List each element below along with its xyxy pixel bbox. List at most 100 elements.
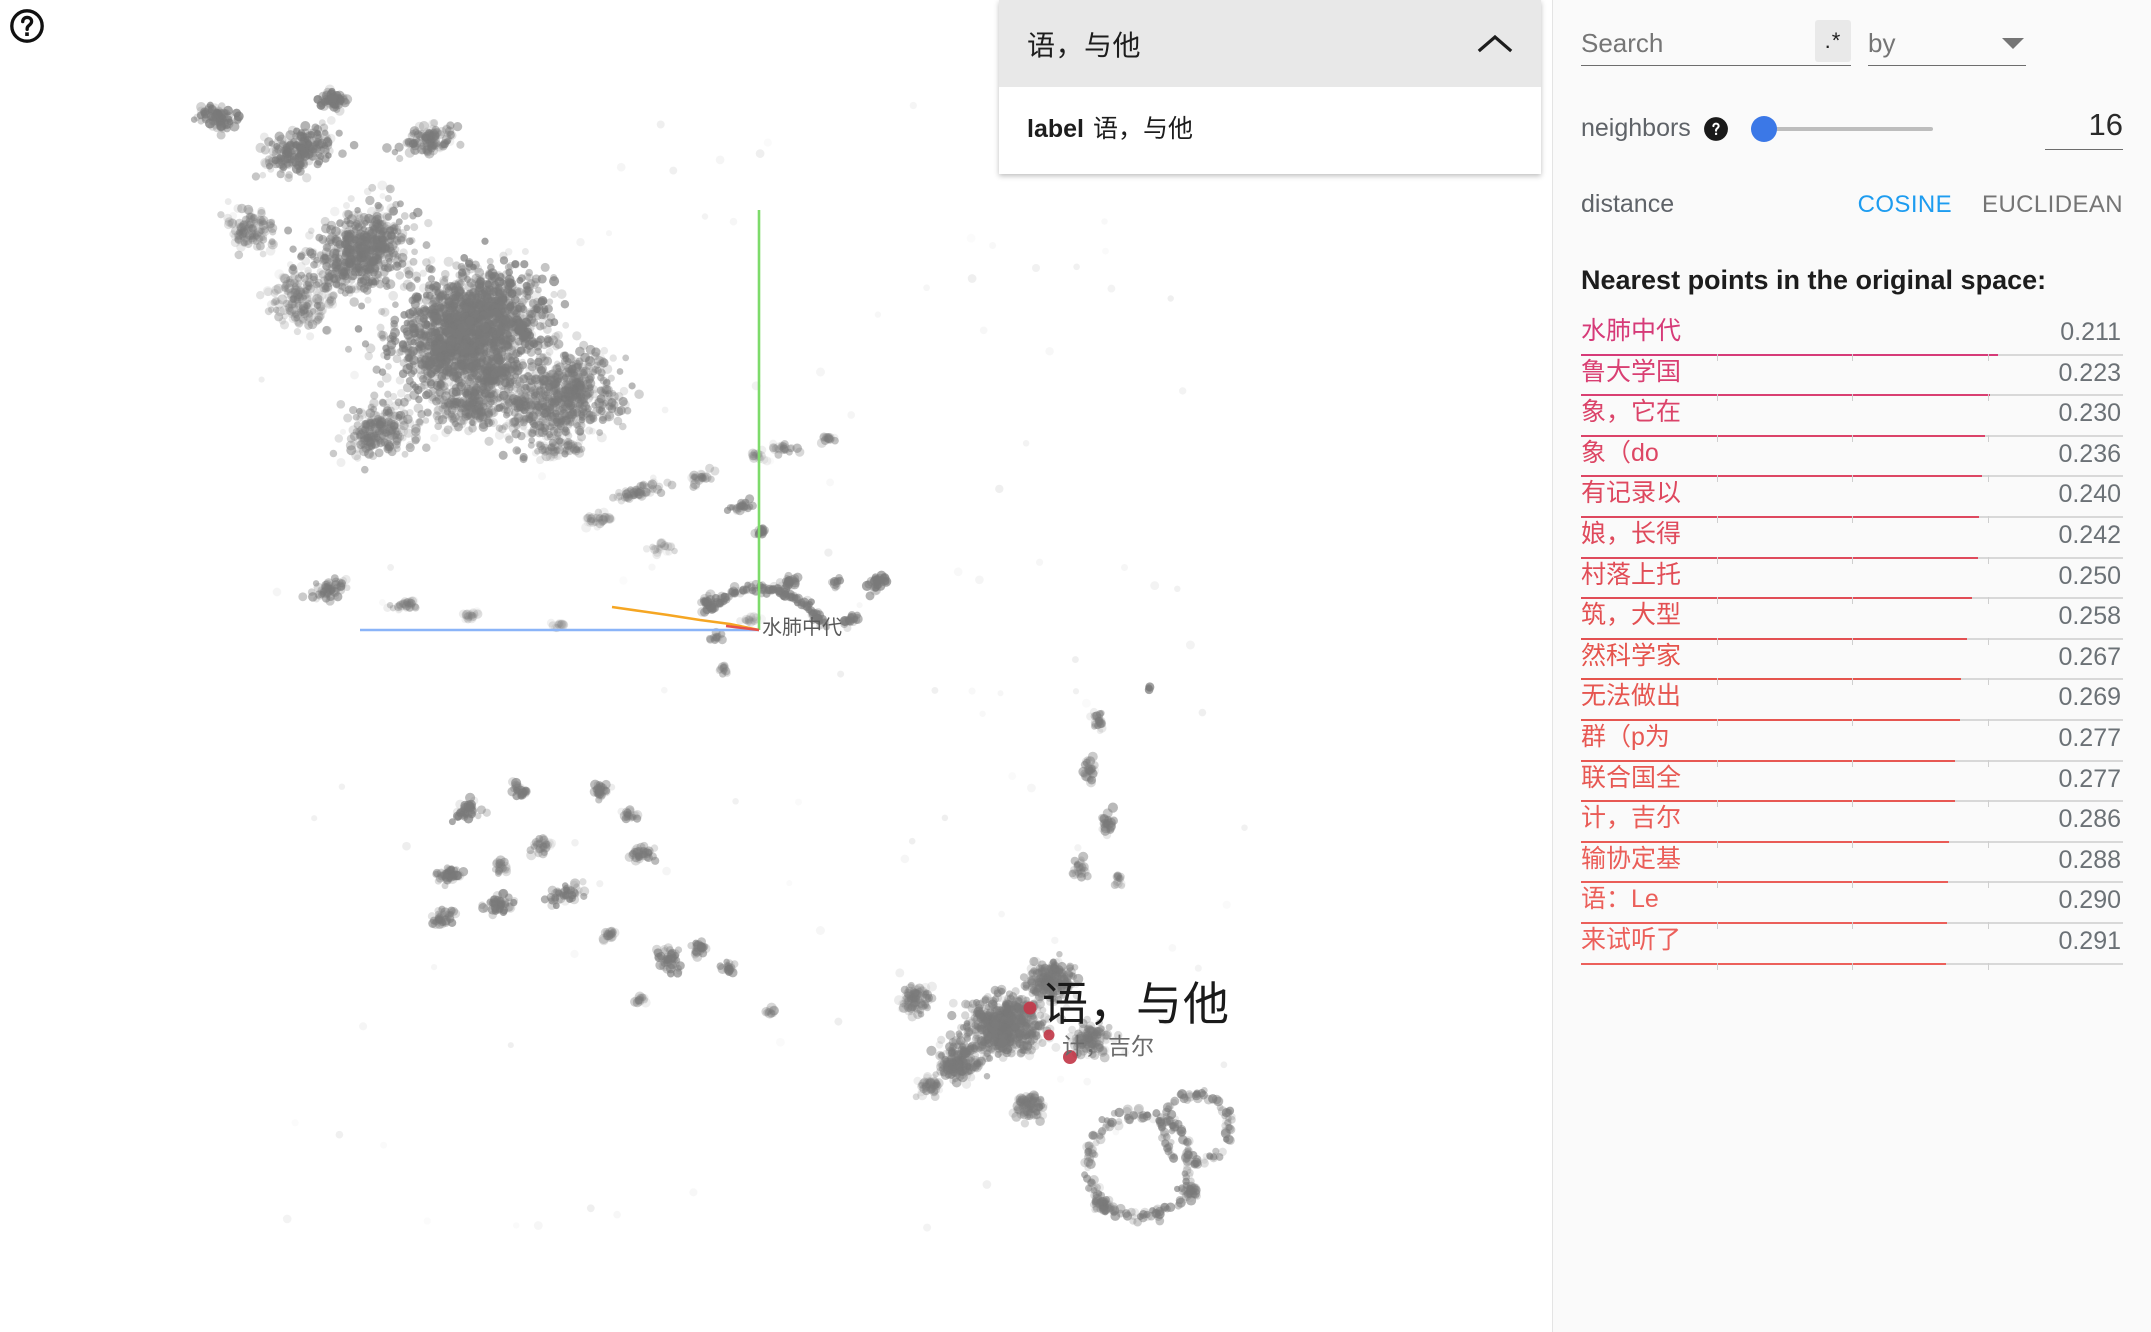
nearest-point-bar-fill — [1581, 515, 1979, 518]
search-field[interactable]: .* — [1581, 20, 1851, 66]
nearest-point-label: 水肺中代 — [1581, 317, 1682, 345]
nearest-point-label: 有记录以 — [1581, 479, 1682, 508]
distance-options: COSINE EUCLIDEAN — [1858, 191, 2123, 219]
neighbors-slider-thumb[interactable] — [1750, 115, 1777, 142]
nearest-point-bar-fill — [1581, 394, 1991, 397]
scatter-plot-canvas[interactable]: 语，与他 计，吉尔 水肺中代 — [0, 0, 1552, 1332]
nearest-point-label: 然科学家 — [1581, 641, 1682, 670]
metadata-card-header[interactable]: 语，与他 — [999, 0, 1541, 87]
nearest-point-bar-track — [1581, 515, 2123, 523]
nearest-point-bar-fill — [1581, 597, 1973, 600]
nearest-point-bar-track — [1581, 759, 2123, 767]
nearest-point-label: 娘，长得 — [1581, 519, 1682, 548]
nearest-point-row[interactable]: 群（p为 0.277 — [1581, 723, 2123, 767]
nearest-point-bar-track — [1581, 475, 2123, 483]
nearest-point-row[interactable]: 筑，大型 0.258 — [1581, 601, 2123, 645]
nearest-point-label: 来试听了 — [1581, 925, 1682, 954]
distance-option-euclidean[interactable]: EUCLIDEAN — [1982, 191, 2123, 219]
nearest-point-distance: 0.291 — [2058, 926, 2121, 955]
nearest-point-row[interactable]: 鲁大学国 0.223 — [1581, 357, 2123, 402]
nearest-point-row[interactable]: 象（do 0.236 — [1581, 439, 2123, 483]
chevron-up-icon[interactable] — [1473, 22, 1517, 66]
nearest-point-bar-fill — [1581, 475, 1982, 478]
nearest-point-label: 计，吉尔 — [1581, 804, 1682, 833]
nearest-points-list: 水肺中代 0.211 鲁大学国 0.223 象，它在 0.230 象（do 0.236 有记录以… — [1553, 317, 2151, 970]
distance-row: distance COSINE EUCLIDEAN — [1553, 150, 2151, 219]
nearest-point-bar-fill — [1581, 921, 1947, 924]
nearest-point-distance: 0.242 — [2058, 520, 2121, 549]
nearest-point-bar-track — [1581, 597, 2123, 605]
nearest-point-distance: 0.277 — [2058, 764, 2121, 793]
nearest-point-row[interactable]: 语：Le 0.290 — [1581, 886, 2123, 929]
help-filled-icon[interactable] — [1703, 116, 1729, 142]
nearest-point-bar-fill — [1581, 881, 1948, 884]
nearest-point-distance: 0.250 — [2058, 561, 2121, 590]
neighbors-label: neighbors — [1581, 114, 1691, 142]
nearest-point-row[interactable]: 来试听了 0.291 — [1581, 925, 2123, 970]
nearest-point-distance: 0.211 — [2060, 318, 2121, 346]
nearest-point-bar-fill — [1581, 962, 1947, 965]
nearest-point-bar-fill — [1581, 637, 1968, 640]
nearest-point-row[interactable]: 象，它在 0.230 — [1581, 398, 2123, 442]
nearest-point-label: 无法做出 — [1581, 682, 1682, 711]
scatter-points-layer — [190, 84, 1248, 1232]
nearest-point-bar-fill — [1581, 840, 1950, 843]
neighbors-value-field[interactable]: 16 — [2045, 107, 2123, 150]
search-by-label: by — [1868, 28, 1896, 58]
nearest-point-bar-track — [1581, 394, 2123, 402]
nearest-point-label: 输协定基 — [1581, 844, 1682, 873]
nearest-point-row[interactable]: 娘，长得 0.242 — [1581, 519, 2123, 564]
nearest-point-distance: 0.269 — [2058, 683, 2121, 712]
nearest-point-distance: 0.290 — [2058, 886, 2121, 915]
nearest-point-bar-track — [1581, 881, 2123, 889]
nearest-point-row[interactable]: 输协定基 0.288 — [1581, 844, 2123, 889]
search-by-dropdown[interactable]: by — [1868, 22, 2026, 66]
nearest-point-bar-fill — [1581, 718, 1961, 721]
nearest-point-label: 联合国全 — [1581, 763, 1682, 792]
nearest-point-row[interactable]: 无法做出 0.269 — [1581, 682, 2123, 726]
nearest-point-bar-tick — [1716, 962, 1718, 970]
nearest-point-distance: 0.230 — [2058, 399, 2121, 428]
nearest-point-distance: 0.277 — [2058, 723, 2121, 752]
nearest-point-bar-fill — [1581, 759, 1955, 762]
nearest-point-distance: 0.240 — [2058, 480, 2121, 509]
metadata-row: label 语，与他 — [1027, 114, 1513, 144]
neighbors-slider[interactable] — [1750, 115, 1933, 142]
nearest-point-bar-track — [1581, 353, 2123, 361]
inspector-sidebar: .* by neighbors 16 — [1552, 0, 2151, 1332]
metadata-card-title: 语，与他 — [1027, 29, 1142, 61]
nearest-point-distance: 0.286 — [2058, 805, 2121, 834]
nearest-point-bar-track — [1581, 637, 2123, 645]
search-input[interactable] — [1581, 25, 1806, 62]
nearest-point-row[interactable]: 然科学家 0.267 — [1581, 641, 2123, 686]
nearest-point-distance: 0.267 — [2058, 642, 2121, 671]
nearest-point-bar-track — [1581, 800, 2123, 808]
nearest-point-row[interactable]: 联合国全 0.277 — [1581, 763, 2123, 808]
nearest-point-bar-track — [1581, 434, 2123, 442]
nearest-point-bar-fill — [1581, 678, 1962, 681]
metadata-value: 语，与他 — [1092, 115, 1193, 143]
nearest-point-row[interactable]: 水肺中代 0.211 — [1581, 317, 2123, 361]
nearest-point-label: 鲁大学国 — [1581, 357, 1682, 386]
nearest-point-distance: 0.258 — [2058, 602, 2121, 631]
nearest-point-row[interactable]: 村落上托 0.250 — [1581, 560, 2123, 605]
nearest-point-row[interactable]: 计，吉尔 0.286 — [1581, 804, 2123, 848]
nearest-point-bar-track — [1581, 678, 2123, 686]
nearest-point-label: 象，它在 — [1581, 398, 1682, 427]
nearest-point-distance: 0.223 — [2058, 358, 2121, 387]
nearest-point-bar-tick — [1852, 962, 1853, 970]
regex-toggle-button[interactable]: .* — [1815, 20, 1851, 62]
neighbors-value: 16 — [2088, 107, 2123, 142]
help-circle-icon[interactable] — [8, 7, 46, 45]
nearest-point-row[interactable]: 有记录以 0.240 — [1581, 479, 2123, 523]
metadata-card: 语，与他 label 语，与他 — [999, 0, 1541, 174]
search-row: .* by — [1553, 0, 2151, 66]
nearest-point-label: 村落上托 — [1581, 560, 1682, 589]
nearest-point-bar-fill — [1581, 800, 1955, 803]
nearest-point-bar-track — [1581, 556, 2123, 564]
distance-option-cosine[interactable]: COSINE — [1858, 191, 1952, 219]
distance-label: distance — [1581, 190, 1675, 218]
metadata-key: label — [1027, 115, 1084, 143]
nearest-point-distance: 0.236 — [2058, 439, 2121, 468]
nearest-point-label: 筑，大型 — [1581, 601, 1682, 630]
